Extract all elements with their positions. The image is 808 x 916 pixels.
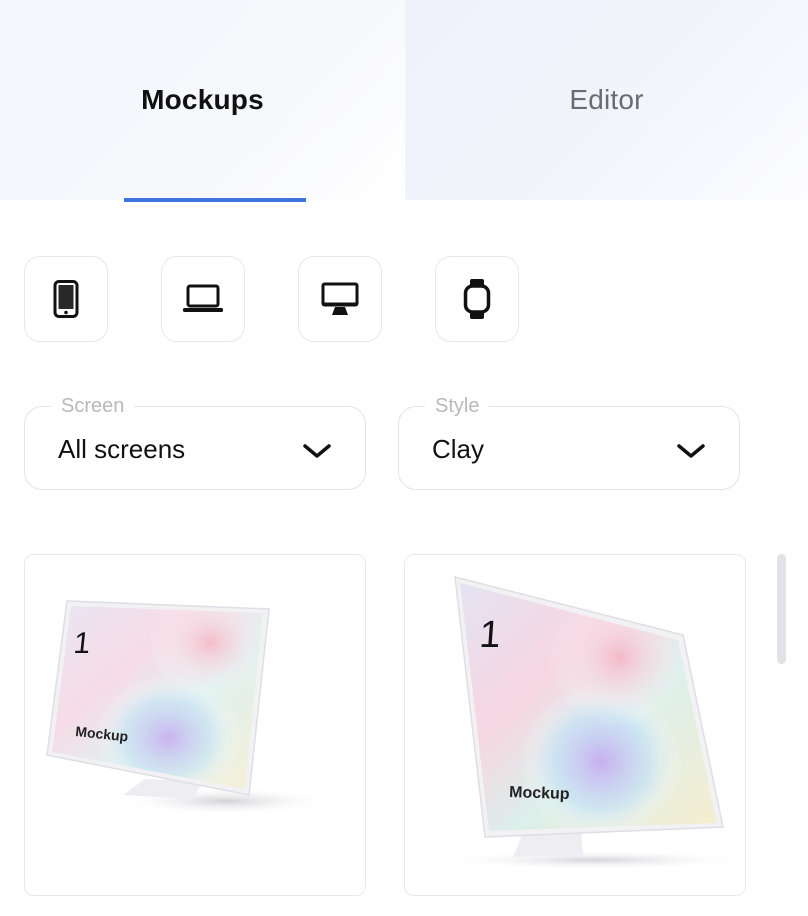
laptop-icon <box>182 284 224 314</box>
active-tab-indicator <box>124 198 306 202</box>
tab-mockups[interactable]: Mockups <box>0 0 405 200</box>
style-select-value: Clay <box>432 434 485 464</box>
screen-select-value: All screens <box>58 434 186 464</box>
desktop-mockup-image: 1 Mockup <box>46 600 335 815</box>
mockup-caption: Mockup <box>509 784 570 803</box>
device-desktop-button[interactable] <box>298 256 382 342</box>
tab-editor-label: Editor <box>569 84 644 115</box>
scrollbar-thumb[interactable] <box>777 554 786 664</box>
device-phone-button[interactable] <box>24 256 108 342</box>
mockup-card[interactable]: 1 Mockup <box>404 554 746 896</box>
tab-bar: Mockups Editor <box>0 0 808 202</box>
style-select-label: Style <box>425 393 490 419</box>
chevron-down-icon <box>303 443 331 464</box>
chevron-down-icon <box>677 443 705 464</box>
desktop-icon <box>320 281 360 317</box>
watch-icon <box>463 278 491 320</box>
screen-select[interactable]: Screen All screens <box>24 393 366 490</box>
mockup-number: 1 <box>478 614 502 656</box>
tab-mockups-label: Mockups <box>141 84 264 115</box>
device-watch-button[interactable] <box>435 256 519 342</box>
phone-icon <box>53 280 79 318</box>
device-laptop-button[interactable] <box>161 256 245 342</box>
desktop-mockup-image: 1 Mockup <box>435 576 745 870</box>
mockup-number: 1 <box>72 627 92 660</box>
screen-select-label: Screen <box>51 393 135 419</box>
mockup-card[interactable]: 1 Mockup <box>24 554 366 896</box>
tab-editor[interactable]: Editor <box>405 0 808 200</box>
style-select[interactable]: Style Clay <box>398 393 740 490</box>
